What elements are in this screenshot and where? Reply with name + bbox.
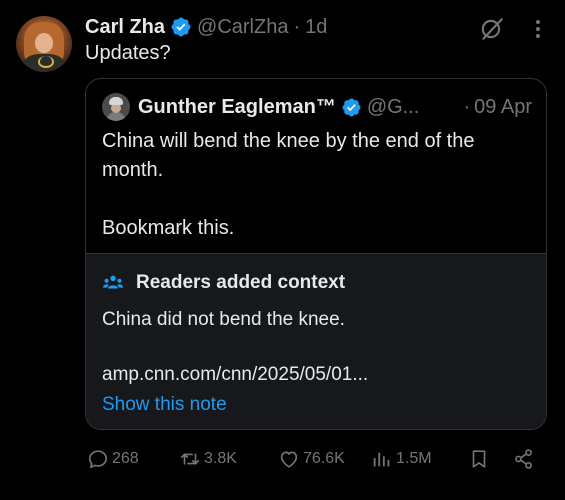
bookmark-icon: [472, 450, 486, 468]
verified-badge-icon: [342, 98, 361, 116]
share-button[interactable]: [513, 446, 535, 472]
quoted-author-name[interactable]: Gunther Eagleman™: [138, 96, 336, 119]
quoted-author-handle[interactable]: @G...: [367, 96, 420, 119]
community-note-header: Readers added context: [102, 270, 345, 296]
views-button[interactable]: 1.5M: [371, 446, 432, 472]
tweet: Carl Zha @CarlZha · 1d Updates? Gunther …: [0, 0, 565, 500]
quoted-tweet-time[interactable]: 09 Apr: [474, 96, 532, 119]
author-handle[interactable]: @CarlZha: [197, 16, 288, 39]
views-count: 1.5M: [396, 450, 432, 467]
separator-dot: ·: [293, 15, 301, 38]
quoted-tweet-text: China will bend the knee by the end of t…: [102, 127, 532, 243]
heart-icon: [280, 451, 298, 468]
avatar[interactable]: [16, 16, 72, 72]
reply-count: 268: [112, 450, 139, 467]
quoted-tweet[interactable]: Gunther Eagleman™ @G... · 09 Apr China w…: [85, 78, 547, 430]
people-icon: [102, 275, 124, 289]
repost-count: 3.8K: [204, 450, 237, 467]
views-chart-icon: [373, 452, 390, 467]
tweet-header: Carl Zha @CarlZha · 1d: [85, 14, 327, 40]
quoted-tweet-header: Gunther Eagleman™ @G... · 09 Apr: [102, 93, 532, 121]
author-name[interactable]: Carl Zha: [85, 16, 165, 39]
share-icon: [515, 449, 532, 469]
more-icon[interactable]: [527, 16, 549, 42]
like-button[interactable]: 76.6K: [278, 446, 345, 472]
action-bar: 268 3.8K 76.6K 1.5M: [0, 440, 565, 478]
community-note-title: Readers added context: [136, 272, 346, 293]
reply-button[interactable]: 268: [87, 446, 139, 472]
community-note-text: China did not bend the knee.: [102, 309, 345, 330]
repost-button[interactable]: 3.8K: [179, 446, 237, 472]
quoted-avatar[interactable]: [102, 93, 130, 121]
quoted-text-line: China will bend the knee by the end of t…: [102, 130, 475, 181]
verified-badge-icon: [171, 17, 191, 37]
separator-dot: ·: [463, 95, 471, 118]
grok-icon[interactable]: [479, 16, 505, 42]
reply-icon: [88, 450, 108, 469]
repost-icon: [180, 453, 200, 465]
quoted-text-line: Bookmark this.: [102, 217, 235, 239]
tweet-time[interactable]: 1d: [305, 16, 327, 39]
show-note-link[interactable]: Show this note: [102, 394, 227, 416]
bookmark-button[interactable]: [468, 446, 490, 472]
community-note-link[interactable]: amp.cnn.com/cnn/2025/05/01...: [102, 364, 368, 386]
like-count: 76.6K: [303, 450, 345, 467]
tweet-text: Updates?: [85, 42, 171, 64]
community-note: Readers added context China did not bend…: [86, 253, 546, 429]
